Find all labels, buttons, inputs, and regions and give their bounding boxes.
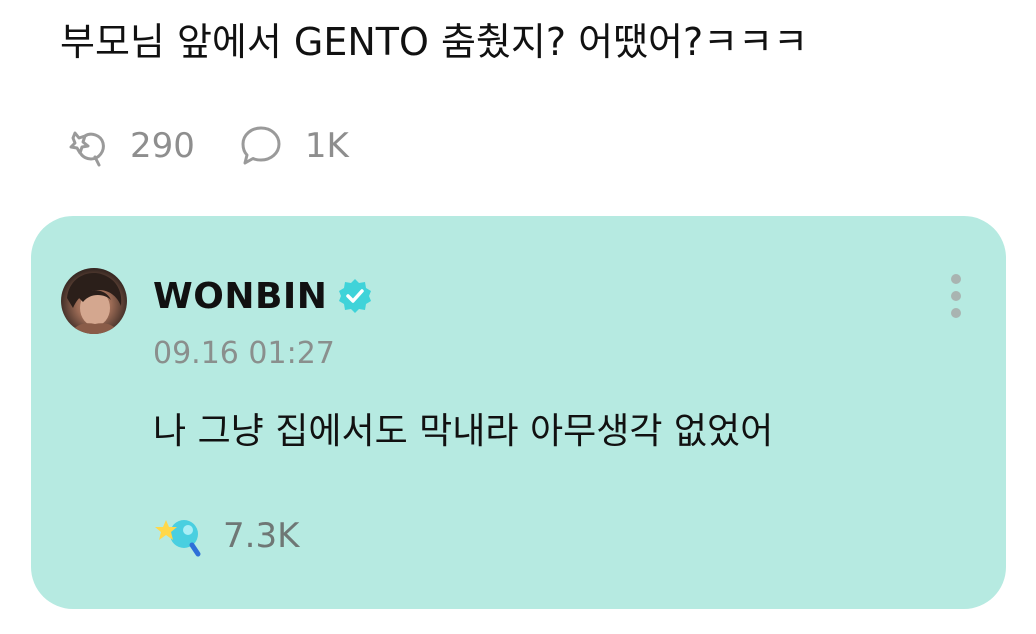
reply-timestamp: 09.16 01:27 [153,336,335,371]
author-row: WONBIN [153,272,375,320]
reply-like-count: 7.3K [223,516,300,556]
more-options-button[interactable] [944,272,968,324]
speech-bubble-icon [235,120,287,172]
post-text: 부모님 앞에서 GENTO 춤췄지? 어땠어?ㅋㅋㅋ [60,20,809,64]
like-button[interactable]: 290 [60,120,195,172]
reply-text: 나 그냥 집에서도 막내라 아무생각 없었어 [153,411,774,452]
vertical-ellipsis-icon [949,271,963,325]
like-count: 290 [130,126,195,166]
post-stats: 290 1K [60,120,349,172]
verified-badge-icon [335,276,375,316]
reply-card: WONBIN 09.16 01:27 나 그냥 집에서도 막내라 아무생각 없었… [31,216,1006,609]
author-name[interactable]: WONBIN [153,276,327,317]
comet-like-icon [60,120,112,172]
colored-comet-like-icon [153,512,205,560]
avatar[interactable] [61,268,127,334]
comment-button[interactable]: 1K [235,120,349,172]
reply-like-button[interactable]: 7.3K [153,512,299,560]
comment-count: 1K [304,126,349,166]
